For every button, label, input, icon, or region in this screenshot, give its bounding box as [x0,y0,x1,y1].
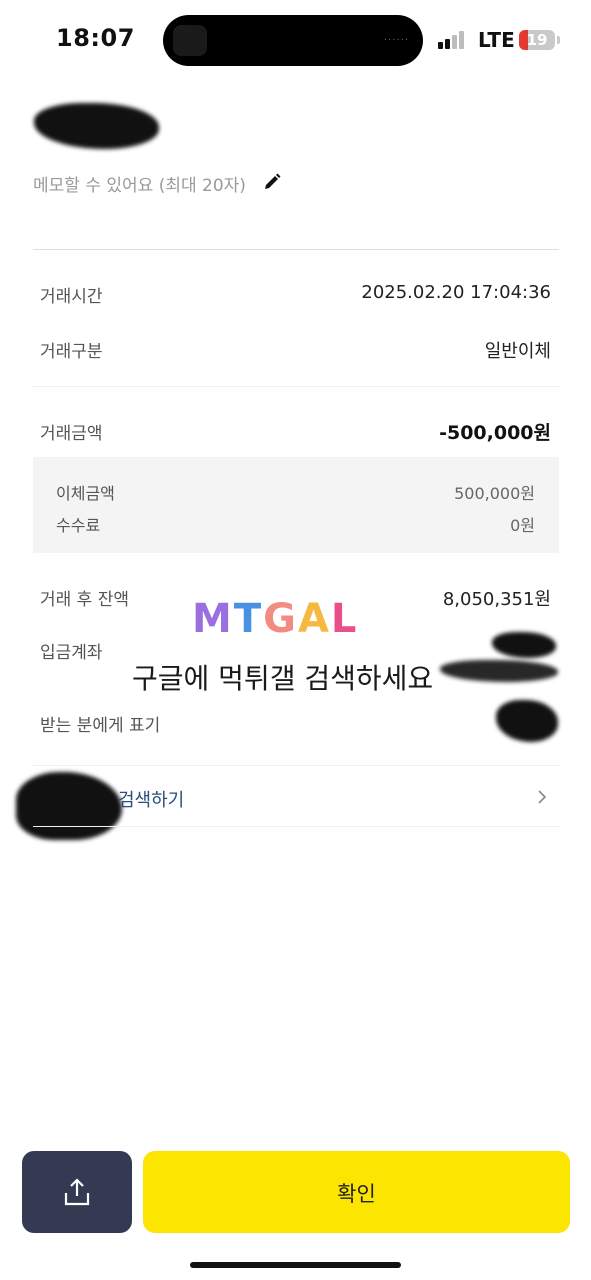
fee-breakdown-box [33,457,559,553]
transaction-time-label: 거래시간 [40,287,103,307]
transaction-type-value: 일반이체 [484,341,551,362]
network-type: LTE [478,28,515,52]
balance-value: 8,050,351원 [442,589,551,610]
battery-level: 19 [526,31,548,49]
transaction-time-value: 2025.02.20 17:04:36 [361,282,551,303]
row-divider [33,826,559,827]
deposit-account-label: 입금계좌 [40,643,103,663]
chevron-right-icon[interactable] [535,788,549,806]
confirm-label: 확인 [337,1182,376,1206]
confirm-button[interactable]: 확인 [143,1151,570,1233]
battery-icon: 19 [519,30,555,50]
home-indicator[interactable] [190,1262,401,1268]
redacted-deposit-account [440,660,558,682]
transaction-type-label: 거래구분 [40,342,103,362]
transaction-amount-value: -500,000원 [439,422,551,444]
watermark-text: 구글에 먹튀갤 검색하세요 [132,662,434,695]
camera-icon [173,25,207,56]
fee-value: 0원 [510,516,535,535]
header-divider [33,249,559,250]
status-time: 18:07 [56,24,135,52]
share-icon [64,1178,90,1206]
redacted-search-prefix [16,772,122,840]
recipient-display-label: 받는 분에게 표기 [40,716,161,736]
transfer-amount-label: 이체금액 [56,484,115,503]
share-button[interactable] [22,1151,132,1233]
redacted-recipient-name [34,103,159,149]
redacted-recipient-display [496,700,558,742]
dynamic-island: ······ [163,15,423,66]
row-divider [33,765,559,766]
sensor-dots: ······ [383,35,409,46]
pencil-icon[interactable] [262,172,282,192]
balance-label: 거래 후 잔액 [40,590,130,610]
redacted-deposit-bank [492,632,556,658]
row-divider [33,386,559,387]
battery-tip [557,36,560,44]
search-link[interactable]: 검색하기 [118,786,184,812]
fee-label: 수수료 [56,516,101,535]
memo-placeholder[interactable]: 메모할 수 있어요 (최대 20자) [33,171,246,196]
signal-icon [438,31,468,49]
watermark-logo: MTGAL [192,596,359,642]
transfer-amount-value: 500,000원 [454,484,535,503]
transaction-amount-label: 거래금액 [40,424,103,444]
